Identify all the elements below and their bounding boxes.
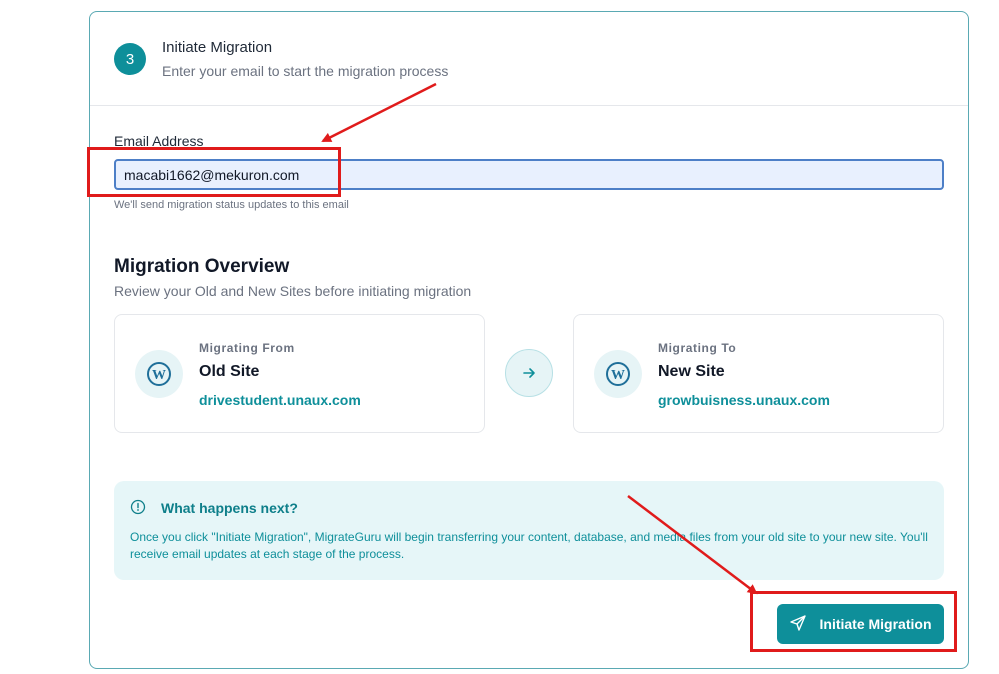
email-hint: We'll send migration status updates to t… xyxy=(114,199,349,211)
step-header: 3 Initiate Migration Enter your email to… xyxy=(90,12,968,106)
step-number-badge: 3 xyxy=(114,43,146,75)
step-subtitle: Enter your email to start the migration … xyxy=(162,63,449,79)
info-body: Once you click "Initiate Migration", Mig… xyxy=(130,530,928,561)
annotation-box-button xyxy=(750,591,957,652)
wordpress-icon: W xyxy=(594,350,642,398)
overview-title: Migration Overview xyxy=(114,256,290,277)
info-title: What happens next? xyxy=(161,500,298,516)
arrow-right-icon xyxy=(505,349,553,397)
destination-site-card: W Migrating To New Site growbuisness.una… xyxy=(573,314,944,433)
source-site-url: drivestudent.unaux.com xyxy=(199,392,361,408)
destination-site-url: growbuisness.unaux.com xyxy=(658,392,830,408)
destination-kicker: Migrating To xyxy=(658,341,737,355)
overview-subtitle: Review your Old and New Sites before ini… xyxy=(114,283,472,299)
info-box: What happens next? Once you click "Initi… xyxy=(114,481,944,580)
info-icon xyxy=(130,499,146,520)
source-site-card: W Migrating From Old Site drivestudent.u… xyxy=(114,314,485,433)
destination-site-name: New Site xyxy=(658,363,725,380)
svg-text:W: W xyxy=(152,368,166,383)
wordpress-icon: W xyxy=(135,350,183,398)
source-kicker: Migrating From xyxy=(199,341,295,355)
migration-card: 3 Initiate Migration Enter your email to… xyxy=(89,11,969,669)
source-site-name: Old Site xyxy=(199,363,260,380)
svg-text:W: W xyxy=(611,368,625,383)
step-title: Initiate Migration xyxy=(162,39,273,56)
annotation-box-email xyxy=(87,147,341,197)
